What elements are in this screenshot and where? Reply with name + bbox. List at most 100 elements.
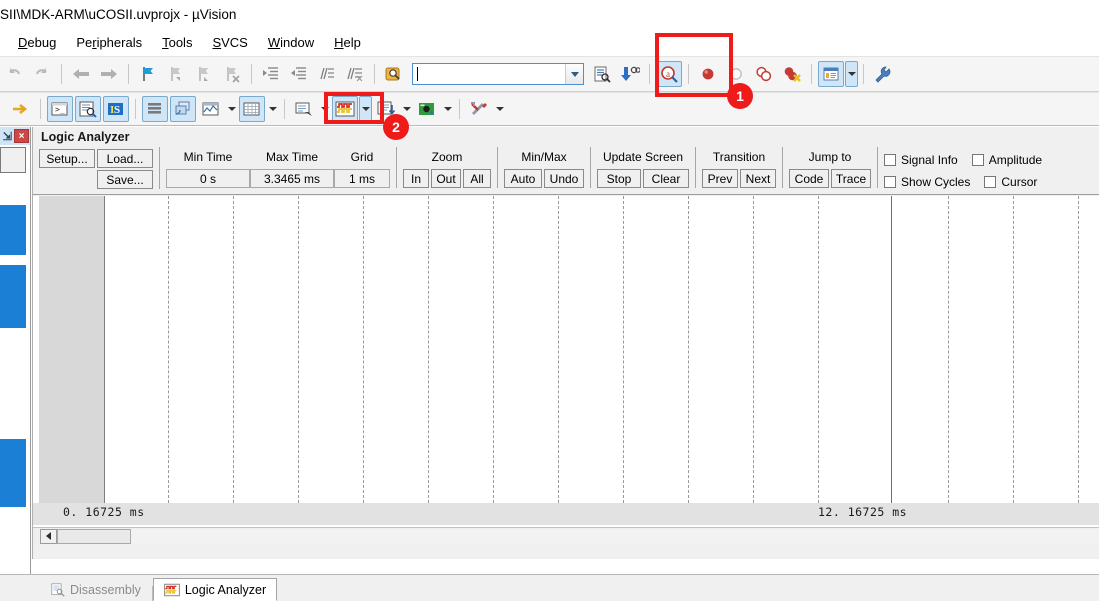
memory-window-dropdown[interactable] [266,96,279,122]
signal-info-checkbox[interactable]: Signal Info [884,149,958,170]
window-manager-icon[interactable] [818,61,844,87]
svg-text:a: a [666,69,670,79]
logic-analyzer-dropdown[interactable] [359,96,372,122]
chevron-down-icon [361,107,370,111]
waveform-area: 0. 16725 ms 12. 16725 ms [33,196,1099,544]
document-find-icon[interactable] [589,61,615,87]
search-dropdown-button[interactable] [565,64,583,84]
save-button[interactable]: Save... [97,170,153,189]
scrollbar-track[interactable] [131,528,1099,544]
scroll-left-button[interactable] [40,528,57,544]
setup-button[interactable]: Setup... [39,149,95,168]
show-cycles-checkbox[interactable]: Show Cycles [884,171,970,192]
bookmark-prev-icon[interactable] [163,61,189,87]
undo-icon[interactable] [1,61,27,87]
system-viewer-icon[interactable] [414,96,440,122]
menu-item-tools[interactable]: Tools [152,32,202,53]
incremental-find-icon[interactable] [617,61,643,87]
show-cycles-label: Show Cycles [901,174,971,189]
jump-trace-button[interactable]: Trace [831,169,871,188]
gridline [168,196,169,503]
toolbox-dropdown[interactable] [493,96,506,122]
uncomment-lines-icon[interactable] [342,61,368,87]
tab-disassembly[interactable]: Disassembly [40,578,152,601]
symbols-window-icon[interactable]: IS [103,96,129,122]
chevron-down-icon [570,71,579,77]
checkbox-box[interactable] [971,153,984,166]
minmax-undo-button[interactable]: Undo [544,169,584,188]
bookmark-clear-icon[interactable] [219,61,245,87]
close-icon[interactable]: × [14,129,29,143]
menu-item-window[interactable]: Window [258,32,324,53]
update-clear-button[interactable]: Clear [643,169,689,188]
update-stop-button[interactable]: Stop [597,169,641,188]
project-tree-selection[interactable] [0,439,26,507]
memory-window-icon[interactable] [239,96,265,122]
display-options-group: Signal Info Amplitude Show Cycles Cursor [884,147,1042,192]
cursor-marker-line[interactable] [891,196,892,503]
minmax-auto-button[interactable]: Auto [504,169,542,188]
toolbox-icon[interactable] [466,96,492,122]
comment-lines-icon[interactable] [314,61,340,87]
uvision-window: SII\MDK-ARM\uCOSII.uvprojx - µVision DDe… [0,0,1099,601]
cursor-label: Cursor [1001,174,1038,189]
watch-window-dropdown[interactable] [225,96,238,122]
indent-decrease-icon[interactable] [286,61,312,87]
search-input[interactable] [412,63,584,85]
zoom-out-button[interactable]: Out [431,169,461,188]
zoom-in-button[interactable]: In [403,169,429,188]
navigate-forward-icon[interactable] [96,61,122,87]
system-viewer-dropdown[interactable] [441,96,454,122]
jump-code-button[interactable]: Code [789,169,829,188]
find-highlight-icon[interactable]: a [656,61,682,87]
signal-info-label: Signal Info [901,152,958,167]
horizontal-scrollbar[interactable] [33,527,1099,544]
zoom-all-button[interactable]: All [463,169,491,188]
waveform-canvas[interactable] [106,196,1099,503]
transition-next-button[interactable]: Next [740,169,776,188]
navigate-back-icon[interactable] [68,61,94,87]
checkbox-box[interactable] [884,175,896,188]
bookmark-toggle-icon[interactable] [135,61,161,87]
cursor-checkbox[interactable]: Cursor [984,171,1037,192]
zoom-group: Zoom In Out All [403,147,498,188]
project-tree-item[interactable] [0,147,26,173]
menu-item-debug[interactable]: DDebugebug [8,32,66,53]
project-tree-selection[interactable] [0,265,26,328]
menu-item-svcs[interactable]: SVCS [202,32,257,53]
redo-icon[interactable] [29,61,55,87]
window-manager-dropdown[interactable] [845,61,858,87]
load-button[interactable]: Load... [97,149,153,168]
scrollbar-thumb[interactable] [57,528,131,544]
watch-window-icon[interactable] [198,96,224,122]
registers-window-icon[interactable] [142,96,168,122]
tab-logic-analyzer[interactable]: Logic Analyzer [152,578,278,601]
call-stack-icon[interactable] [170,96,196,122]
breakpoint-kill-all-icon[interactable] [779,61,805,87]
serial-window-dropdown[interactable] [318,96,331,122]
gridline [493,196,494,503]
toolbar-separator [251,64,252,84]
pin-icon[interactable]: ⇲ [3,130,12,143]
gridline [623,196,624,503]
menu-item-peripherals[interactable]: Peripherals [66,32,152,53]
checkbox-box[interactable] [984,175,997,188]
serial-window-icon[interactable] [291,96,317,122]
update-screen-label: Update Screen [602,150,684,164]
disassembly-window-icon[interactable] [75,96,101,122]
bookmark-next-icon[interactable] [191,61,217,87]
project-tree-selection[interactable] [0,205,26,255]
amplitude-checkbox[interactable]: Amplitude [971,149,1042,170]
breakpoint-disable-all-icon[interactable] [751,61,777,87]
checkbox-box[interactable] [884,153,896,166]
find-in-files-icon[interactable] [381,61,407,87]
chevron-down-icon [495,107,504,111]
logic-analyzer-icon[interactable] [332,96,358,122]
indent-increase-icon[interactable] [258,61,284,87]
transition-prev-button[interactable]: Prev [702,169,738,188]
menu-item-help[interactable]: Help [324,32,371,53]
configure-wrench-icon[interactable] [870,61,896,87]
breakpoint-insert-icon[interactable] [695,61,721,87]
command-window-icon[interactable]: >_ [47,96,73,122]
run-to-cursor-icon[interactable] [8,96,34,122]
